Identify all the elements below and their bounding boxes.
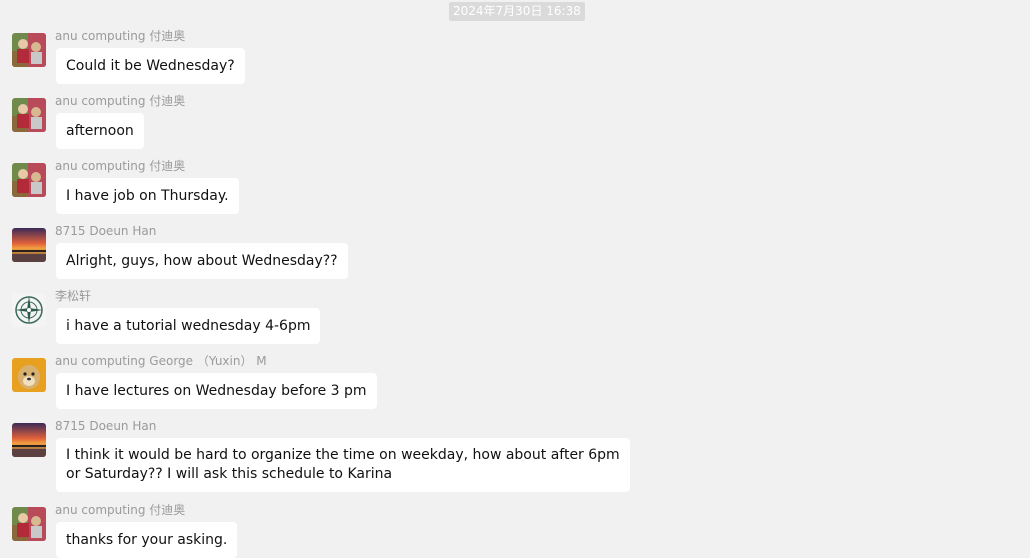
sender-name: anu computing 付迪奥 — [55, 94, 186, 108]
photo-avatar-icon[interactable] — [12, 163, 46, 197]
message-text-line: I think it would be hard to organize the… — [66, 447, 620, 463]
message-text: I have lectures on Wednesday before 3 pm — [66, 383, 367, 399]
message-text-line: or Saturday?? I will ask this schedule t… — [66, 466, 393, 482]
sender-name: anu computing George （Yuxin） M — [55, 354, 267, 368]
message-bubble[interactable]: Alright, guys, how about Wednesday?? — [56, 243, 348, 279]
message-bubble[interactable]: afternoon — [56, 113, 144, 149]
sender-name: 8715 Doeun Han — [55, 224, 157, 238]
message-text: thanks for your asking. — [66, 532, 228, 548]
message-bubble[interactable]: i have a tutorial wednesday 4-6pm — [56, 308, 321, 344]
message-bubble[interactable]: thanks for your asking. — [56, 522, 238, 558]
photo-avatar-icon[interactable] — [12, 507, 46, 541]
sunset-avatar-icon[interactable] — [12, 423, 46, 457]
sender-name: 李松轩 — [55, 289, 92, 303]
photo-avatar-icon[interactable] — [12, 33, 46, 67]
sender-name: anu computing 付迪奥 — [55, 29, 186, 43]
dog-avatar-icon[interactable] — [12, 358, 46, 392]
message-text: i have a tutorial wednesday 4-6pm — [66, 318, 311, 334]
message-text: Alright, guys, how about Wednesday?? — [66, 253, 338, 269]
message-bubble[interactable]: I think it would be hard to organize the… — [56, 438, 630, 492]
message-text: I have job on Thursday. — [66, 188, 229, 204]
photo-avatar-icon[interactable] — [12, 98, 46, 132]
message-bubble[interactable]: I have lectures on Wednesday before 3 pm — [56, 373, 377, 409]
sender-name: anu computing 付迪奥 — [55, 503, 186, 517]
sender-name: 8715 Doeun Han — [55, 419, 157, 433]
sunset-avatar-icon[interactable] — [12, 228, 46, 262]
sender-name: anu computing 付迪奥 — [55, 159, 186, 173]
message-text: afternoon — [66, 123, 134, 139]
message-bubble[interactable]: I have job on Thursday. — [56, 178, 239, 214]
compass-avatar-icon[interactable] — [12, 293, 46, 327]
chat-timestamp: 2024年7月30日 16:38 — [449, 2, 585, 21]
message-text: Could it be Wednesday? — [66, 58, 235, 74]
message-bubble[interactable]: Could it be Wednesday? — [56, 48, 245, 84]
